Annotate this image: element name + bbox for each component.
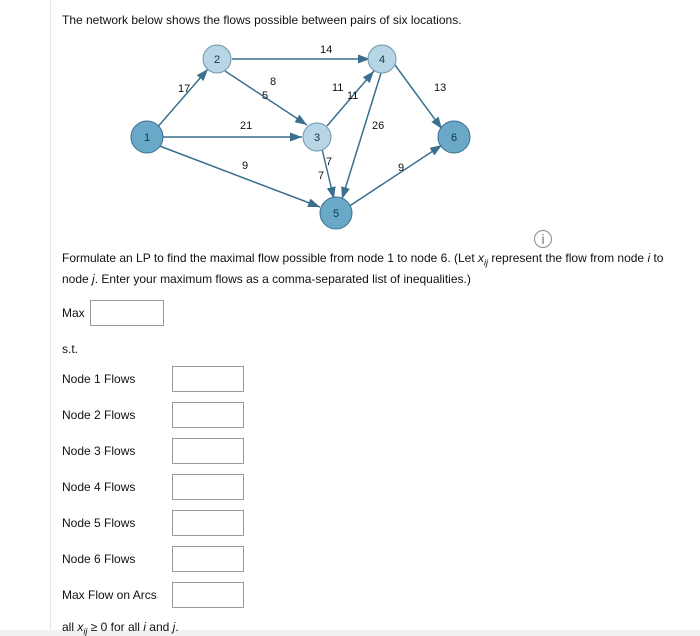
info-icon[interactable]: i	[534, 230, 552, 248]
node-6-label: 6	[451, 132, 457, 144]
edge-label-11b: 11	[347, 90, 358, 102]
node-5-label: 5	[333, 208, 339, 220]
label-arcs: Max Flow on Arcs	[62, 588, 172, 602]
input-node6[interactable]	[172, 546, 244, 572]
input-node2[interactable]	[172, 402, 244, 428]
edge-1-2	[155, 69, 208, 130]
nn-mid: ≥ 0 for all	[87, 620, 143, 634]
nn-and: and	[146, 620, 173, 634]
edge-label-21: 21	[240, 120, 252, 132]
node-1-label: 1	[144, 132, 150, 144]
nn-end: .	[175, 620, 178, 634]
edge-label-5: 5	[262, 90, 268, 102]
label-node4: Node 4 Flows	[62, 480, 172, 494]
label-node5: Node 5 Flows	[62, 516, 172, 530]
edge-label-9b: 9	[398, 162, 404, 174]
node-3-label: 3	[314, 132, 320, 144]
row-arcs: Max Flow on Arcs	[62, 582, 688, 608]
left-gutter	[0, 0, 51, 630]
input-node3[interactable]	[172, 438, 244, 464]
label-node2: Node 2 Flows	[62, 408, 172, 422]
formulate-post: represent the flow from node	[488, 251, 647, 265]
node-4-label: 4	[379, 54, 385, 66]
obj-label: Max	[62, 306, 90, 320]
edge-label-17: 17	[178, 83, 190, 95]
formulate-text: Formulate an LP to find the maximal flow…	[62, 249, 688, 288]
input-node1[interactable]	[172, 366, 244, 392]
edge-1-5	[157, 145, 320, 207]
node-2-label: 2	[214, 54, 220, 66]
formulate-pre: Formulate an LP to find the maximal flow…	[62, 251, 478, 265]
network-diagram: 1 2 3 4 5 6 17 21 9 5 8 14 11 11 7	[122, 37, 482, 237]
content-area: The network below shows the flows possib…	[50, 0, 700, 630]
label-node1: Node 1 Flows	[62, 372, 172, 386]
edge-label-26: 26	[372, 120, 384, 132]
nonneg-constraint: all xij ≥ 0 for all i and j.	[62, 620, 688, 636]
input-node5[interactable]	[172, 510, 244, 536]
edge-label-9a: 9	[242, 160, 248, 172]
objective-input[interactable]	[90, 300, 164, 326]
row-node2: Node 2 Flows	[62, 402, 688, 428]
row-node6: Node 6 Flows	[62, 546, 688, 572]
question-card: The network below shows the flows possib…	[0, 0, 700, 630]
edge-label-8: 8	[270, 76, 276, 88]
formulate-end: . Enter your maximum flows as a comma-se…	[95, 272, 471, 286]
label-node6: Node 6 Flows	[62, 552, 172, 566]
edge-4-6	[395, 65, 442, 129]
st-label: s.t.	[62, 342, 688, 356]
intro-text: The network below shows the flows possib…	[62, 12, 688, 29]
input-arcs[interactable]	[172, 582, 244, 608]
row-node1: Node 1 Flows	[62, 366, 688, 392]
edge-label-7a: 7	[326, 156, 332, 168]
row-node3: Node 3 Flows	[62, 438, 688, 464]
objective-row: Max	[62, 300, 688, 326]
edge-label-13: 13	[434, 82, 446, 94]
edge-label-7b: 7	[318, 170, 324, 182]
nn-pre: all	[62, 620, 77, 634]
edge-label-11a: 11	[332, 82, 343, 94]
row-node4: Node 4 Flows	[62, 474, 688, 500]
row-node5: Node 5 Flows	[62, 510, 688, 536]
label-node3: Node 3 Flows	[62, 444, 172, 458]
edge-label-14: 14	[320, 44, 332, 56]
input-node4[interactable]	[172, 474, 244, 500]
edge-5-6	[348, 145, 442, 207]
